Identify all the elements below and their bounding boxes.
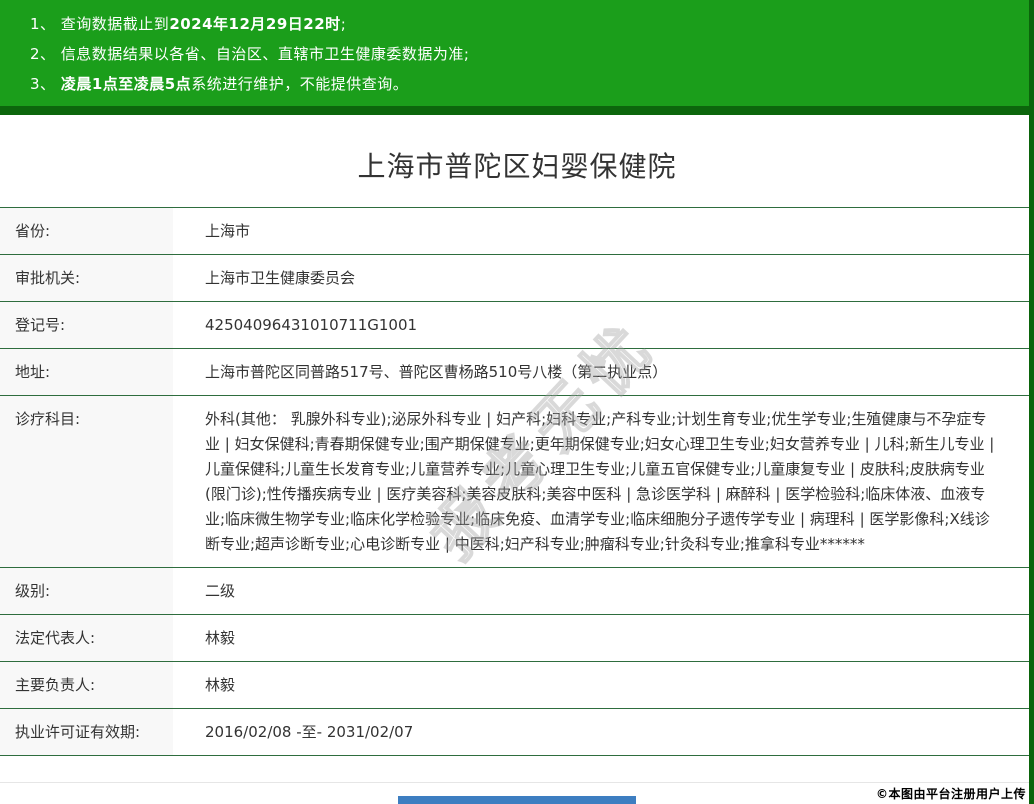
- notice-1-bold: 2024年12月29日22时: [169, 15, 341, 33]
- field-label: 地址:: [0, 349, 173, 395]
- field-label: 审批机关:: [0, 255, 173, 301]
- notice-line-1: 1、 查询数据截止到2024年12月29日22时;: [30, 9, 1024, 39]
- table-row-medical-subjects: 诊疗科目: 外科(其他： 乳腺外科专业);泌尿外科专业 | 妇产科;妇科专业;产…: [0, 396, 1029, 568]
- notice-1-tail: ;: [340, 15, 347, 33]
- notice-3-tail: 系统进行维护，不能提供查询。: [191, 75, 409, 93]
- field-value: 林毅: [173, 615, 1029, 661]
- field-label: 省份:: [0, 208, 173, 254]
- table-row-approval-authority: 审批机关: 上海市卫生健康委员会: [0, 255, 1029, 302]
- notice-line-3: 3、 凌晨1点至凌晨5点系统进行维护，不能提供查询。: [30, 69, 1024, 99]
- notice-2-text: 2、 信息数据结果以各省、自治区、直辖市卫生健康委数据为准;: [30, 45, 470, 63]
- notice-banner: 1、 查询数据截止到2024年12月29日22时; 2、 信息数据结果以各省、自…: [0, 0, 1034, 115]
- field-label: 登记号:: [0, 302, 173, 348]
- field-value: 2016/02/08 -至- 2031/02/07: [173, 709, 1029, 755]
- institution-info-table: 省份: 上海市 审批机关: 上海市卫生健康委员会 登记号: 4250409643…: [0, 207, 1029, 756]
- field-label: 级别:: [0, 568, 173, 614]
- page-title: 上海市普陀区妇婴保健院: [357, 150, 677, 183]
- notice-3-text: 3、: [30, 75, 61, 93]
- field-label: 执业许可证有效期:: [0, 709, 173, 755]
- table-row-province: 省份: 上海市: [0, 208, 1029, 255]
- field-value: 42504096431010711G1001: [173, 302, 1029, 348]
- close-window-button[interactable]: 【关闭窗口】: [398, 796, 636, 804]
- window-right-edge: [1029, 0, 1034, 804]
- notice-3-bold: 凌晨1点至凌晨5点: [60, 75, 192, 93]
- notice-line-2: 2、 信息数据结果以各省、自治区、直辖市卫生健康委数据为准;: [30, 39, 1024, 69]
- upload-caption: ©本图由平台注册用户上传: [875, 787, 1026, 801]
- field-value: 上海市卫生健康委员会: [173, 255, 1029, 301]
- table-row-legal-representative: 法定代表人: 林毅: [0, 615, 1029, 662]
- field-label: 诊疗科目:: [0, 396, 173, 567]
- table-row-license-validity: 执业许可证有效期: 2016/02/08 -至- 2031/02/07: [0, 709, 1029, 756]
- field-label: 法定代表人:: [0, 615, 173, 661]
- field-value: 上海市普陀区同普路517号、普陀区曹杨路510号八楼（第二执业点）: [173, 349, 1029, 395]
- table-row-main-person-in-charge: 主要负责人: 林毅: [0, 662, 1029, 709]
- table-row-registration-number: 登记号: 42504096431010711G1001: [0, 302, 1029, 349]
- notice-1-text: 1、 查询数据截止到: [30, 15, 170, 33]
- table-row-address: 地址: 上海市普陀区同普路517号、普陀区曹杨路510号八楼（第二执业点）: [0, 349, 1029, 396]
- table-row-level: 级别: 二级: [0, 568, 1029, 615]
- footer-divider: [0, 782, 1029, 783]
- field-value: 二级: [173, 568, 1029, 614]
- field-value: 上海市: [173, 208, 1029, 254]
- field-value: 林毅: [173, 662, 1029, 708]
- field-label: 主要负责人:: [0, 662, 173, 708]
- field-value: 外科(其他： 乳腺外科专业);泌尿外科专业 | 妇产科;妇科专业;产科专业;计划…: [173, 396, 1029, 567]
